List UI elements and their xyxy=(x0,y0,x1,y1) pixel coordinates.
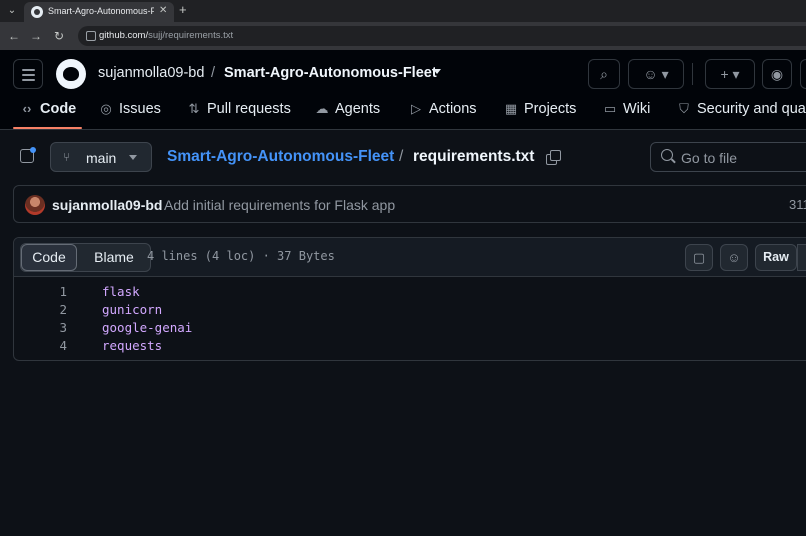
code-line: 4 requests xyxy=(14,338,806,356)
symbols-panel-button[interactable]: ▢ xyxy=(685,244,713,271)
tab-code[interactable]: ‹› Code xyxy=(19,101,77,121)
menu-icon[interactable] xyxy=(13,59,43,89)
address-bar[interactable]: github.com/sujj/requirements.txt xyxy=(78,26,806,46)
browser-toolbar: ← → ↻ github.com/sujj/requirements.txt xyxy=(0,22,806,50)
pull-request-icon: ⇅ xyxy=(188,101,200,116)
shield-icon: ⛉ xyxy=(679,101,689,116)
github-logo-icon[interactable] xyxy=(56,59,86,89)
copilot-button[interactable]: ☺ ▾ xyxy=(628,59,684,89)
tab-title: Smart-Agro-Autonomous-Fleet xyxy=(48,6,154,16)
line-content: google-genai xyxy=(102,320,193,335)
repo-link[interactable]: Smart-Agro-Autonomous-Fleet xyxy=(224,65,437,81)
tab-pull-requests[interactable]: ⇅ Pull requests xyxy=(186,101,291,121)
line-number[interactable]: 2 xyxy=(14,302,67,317)
commit-message-link[interactable]: Add initial requirements for Flask app xyxy=(164,197,395,213)
branch-name: main xyxy=(86,150,117,166)
branch-icon: ⑂ xyxy=(63,150,71,164)
file-viewer-header: Code Blame 4 lines (4 loc) · 37 Bytes ▢ … xyxy=(14,238,806,277)
code-line: 3 google-genai xyxy=(14,320,806,338)
github-header: sujanmolla09-bd / Smart-Agro-Autonomous-… xyxy=(0,50,806,130)
line-content: requests xyxy=(102,338,163,353)
play-icon: ▷ xyxy=(411,101,421,116)
go-to-file-input[interactable]: Go to file xyxy=(650,142,806,172)
create-new-button[interactable]: + ▾ xyxy=(705,59,755,89)
commit-hash-link[interactable]: 311 xyxy=(789,197,806,212)
commit-author-link[interactable]: sujanmolla09-bd xyxy=(52,197,162,213)
file-viewer: Code Blame 4 lines (4 loc) · 37 Bytes ▢ … xyxy=(13,237,806,361)
github-favicon-icon xyxy=(31,6,43,18)
pull-requests-button[interactable] xyxy=(800,59,806,89)
file-info: 4 lines (4 loc) · 37 Bytes xyxy=(147,249,335,263)
issues-button[interactable]: ◉ xyxy=(762,59,792,89)
tab-projects[interactable]: ▦ Projects xyxy=(503,101,577,121)
go-to-file-placeholder: Go to file xyxy=(681,150,738,166)
latest-commit-bar: sujanmolla09-bd Add initial requirements… xyxy=(13,185,806,223)
agent-icon: ☁ xyxy=(315,101,329,116)
tab-issues[interactable]: ◎ Issues xyxy=(98,101,161,121)
raw-button[interactable]: Raw xyxy=(755,244,797,271)
search-icon: ⌕ xyxy=(600,66,608,82)
new-tab-button[interactable]: + xyxy=(179,2,187,17)
search-button[interactable]: ⌕ xyxy=(588,59,620,89)
line-number[interactable]: 3 xyxy=(14,320,67,335)
back-arrow-icon[interactable]: ← xyxy=(6,28,22,44)
tab-wiki[interactable]: ▭ Wiki xyxy=(602,101,651,121)
header-divider xyxy=(692,63,693,85)
breadcrumb-separator: / xyxy=(399,148,404,165)
copilot-icon: ☺ ▾ xyxy=(643,66,669,82)
browser-tab[interactable]: Smart-Agro-Autonomous-Fleet ✕ xyxy=(24,2,174,22)
tab-close-icon[interactable]: ✕ xyxy=(159,5,167,16)
code-line: 2 gunicorn xyxy=(14,302,806,320)
code-lines: 1 flask 2 gunicorn 3 google-genai 4 requ… xyxy=(14,284,806,356)
book-icon: ▭ xyxy=(603,101,617,116)
code-view-button[interactable]: Code xyxy=(21,244,77,271)
header-separator: / xyxy=(211,65,216,81)
tab-security[interactable]: ⛉Security and quality xyxy=(676,101,806,121)
browser-tab-strip: ⌄ Smart-Agro-Autonomous-Fleet ✕ + xyxy=(0,0,806,22)
url-text[interactable]: github.com/sujj/requirements.txt xyxy=(99,30,233,41)
branch-selector[interactable]: ⑂ main xyxy=(50,142,152,172)
avatar[interactable] xyxy=(25,195,45,215)
copy-path-icon[interactable] xyxy=(546,150,561,165)
owner-link[interactable]: sujanmolla09-bd xyxy=(98,65,204,81)
site-info-icon[interactable] xyxy=(86,31,96,41)
breadcrumb-file-name: requirements.txt xyxy=(413,148,535,165)
active-tab-indicator xyxy=(13,127,82,129)
line-number[interactable]: 1 xyxy=(14,284,67,299)
chevron-down-icon[interactable] xyxy=(433,69,441,74)
issue-icon: ◎ xyxy=(100,101,112,116)
tab-actions[interactable]: ▷ Actions xyxy=(408,101,477,121)
circle-dot-icon: ◉ xyxy=(770,66,784,82)
blame-view-button[interactable]: Blame xyxy=(78,244,150,271)
table-icon: ▦ xyxy=(504,101,518,116)
code-line: 1 flask xyxy=(14,284,806,302)
chevron-down-icon xyxy=(129,155,137,160)
line-content: flask xyxy=(102,284,140,299)
copilot-ask-button[interactable]: ☺ xyxy=(720,244,748,271)
copy-raw-button[interactable]: ❐ xyxy=(797,244,806,271)
view-mode-toggle: Code Blame xyxy=(20,243,151,272)
breadcrumb-repo-link[interactable]: Smart-Agro-Autonomous-Fleet xyxy=(167,148,394,166)
search-icon xyxy=(661,149,673,161)
reload-icon[interactable]: ↻ xyxy=(51,28,67,44)
forward-arrow-icon[interactable]: → xyxy=(28,28,44,44)
copilot-icon: ☺ xyxy=(727,250,741,265)
folder-icon: ▢ xyxy=(692,250,706,265)
tab-agents[interactable]: ☁ Agents xyxy=(314,101,381,121)
code-icon: ‹› xyxy=(22,101,32,116)
plus-icon: + ▾ xyxy=(720,66,740,82)
sidebar-toggle-icon[interactable] xyxy=(19,147,37,165)
line-number[interactable]: 4 xyxy=(14,338,67,353)
tab-search-icon[interactable]: ⌄ xyxy=(4,3,20,19)
line-content: gunicorn xyxy=(102,302,163,317)
